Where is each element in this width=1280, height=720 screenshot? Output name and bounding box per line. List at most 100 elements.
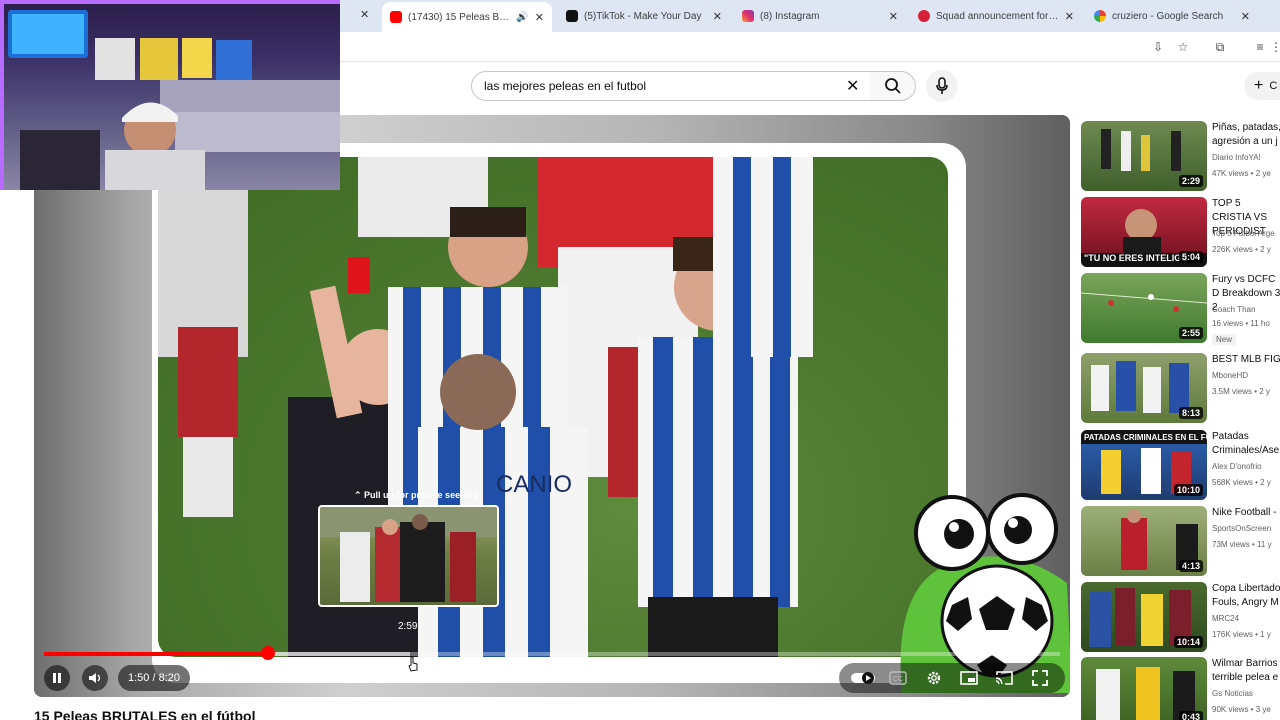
hand-cursor-icon (408, 656, 418, 672)
seek-preview-time: 2:59 (398, 621, 418, 632)
tab-title: Squad announcement for the m (936, 10, 1059, 22)
video-player[interactable]: CANIO ⌃ Pull up for precise seeking 2:59… (34, 115, 1070, 697)
video-thumbnail[interactable]: 8:13 (1081, 353, 1207, 423)
settings-button[interactable] (921, 665, 947, 691)
tab-tiktok[interactable]: (5)TikTok - Make Your Day ✕ (558, 4, 730, 28)
recommendation-title[interactable]: Wilmar Barrios terrible pelea e (1212, 657, 1280, 685)
time-display: 1:50 / 8:20 (118, 665, 190, 691)
tab-title: (5)TikTok - Make Your Day (584, 10, 702, 22)
recommendation-item[interactable]: "TU NO ERES INTELIGE 5:04 TOP 5 CRISTIA … (1081, 197, 1280, 267)
channel-name[interactable]: Diario InfoYA! (1212, 153, 1261, 162)
search-button[interactable] (870, 71, 916, 101)
google-favicon-icon (1094, 10, 1106, 22)
video-duration: 2:55 (1178, 327, 1203, 339)
video-stats: 176K views • 1 y (1212, 630, 1271, 639)
tab-instagram[interactable]: (8) Instagram ✕ (734, 4, 906, 28)
video-duration: 10:10 (1173, 484, 1203, 496)
tab-google[interactable]: cruziero - Google Search ✕ (1086, 4, 1258, 28)
channel-name[interactable]: SportsOnScreen (1212, 524, 1271, 533)
recommendation-title[interactable]: Nike Football - (1212, 506, 1280, 520)
volume-button[interactable] (82, 665, 108, 691)
fullscreen-button[interactable] (1027, 665, 1053, 691)
recommendation-title[interactable]: Piñas, patadas, agresión a un j (1212, 121, 1280, 149)
tab-title: (8) Instagram (760, 10, 820, 22)
speaker-icon[interactable]: 🔊 (516, 12, 528, 23)
video-thumbnail[interactable]: 2:55 (1081, 273, 1207, 343)
microphone-icon (936, 77, 948, 94)
tab-squad[interactable]: Squad announcement for the m ✕ (910, 4, 1082, 28)
seek-hint-text: ⌃ Pull up for precise seeking (354, 490, 479, 500)
menu-icon[interactable]: ⋮ (1268, 39, 1280, 55)
thumbnail-text: "TU NO ERES INTELIGE (1084, 253, 1188, 263)
screen: ✕ (17430) 15 Peleas BRUTALE 🔊 ✕ (5)TikTo… (0, 0, 1280, 720)
video-thumbnail[interactable]: "TU NO ERES INTELIGE 5:04 (1081, 197, 1207, 267)
video-stats: 73M views • 11 y (1212, 540, 1272, 549)
tab-youtube[interactable]: (17430) 15 Peleas BRUTALE 🔊 ✕ (382, 2, 552, 32)
video-stats: 568K views • 2 y (1212, 478, 1271, 487)
preview-scene (320, 507, 497, 602)
video-duration: 8:13 (1178, 407, 1203, 419)
close-tab-icon[interactable]: ✕ (713, 10, 722, 23)
youtube-favicon-icon (390, 11, 402, 23)
webcam-scene (0, 0, 340, 190)
captions-icon: CC (889, 671, 907, 685)
scrubber-handle[interactable] (260, 646, 275, 660)
extensions-icon[interactable]: ⧉ (1212, 39, 1228, 55)
voice-search-button[interactable] (926, 70, 958, 102)
captions-button[interactable]: CC (885, 665, 911, 691)
video-thumbnail[interactable]: 4:13 (1081, 506, 1207, 576)
svg-text:CC: CC (893, 676, 903, 683)
channel-name[interactable]: MRC24 (1212, 614, 1239, 623)
recommendation-item[interactable]: 0:43 Wilmar Barrios terrible pelea e Gs … (1081, 657, 1280, 720)
close-tab-icon[interactable]: ✕ (1241, 10, 1250, 23)
recommendation-title[interactable]: BEST MLB FIG (1212, 353, 1280, 367)
recommendation-item[interactable]: 2:29 Piñas, patadas, agresión a un j Dia… (1081, 121, 1280, 191)
video-duration: 2:29 (1178, 175, 1203, 187)
tiktok-favicon-icon (566, 10, 578, 22)
recommendation-item[interactable]: 10:14 Copa Libertado Fouls, Angry M MRC2… (1081, 582, 1280, 652)
video-title: 15 Peleas BRUTALES en el fútbol (34, 708, 256, 720)
video-thumbnail[interactable]: 10:14 (1081, 582, 1207, 652)
channel-name[interactable]: Gs Noticias (1212, 689, 1253, 698)
recommendation-title[interactable]: Copa Libertado Fouls, Angry M (1212, 582, 1280, 610)
close-tab-icon[interactable]: ✕ (535, 11, 544, 24)
gear-icon (927, 671, 941, 685)
bookmark-star-icon[interactable]: ☆ (1175, 39, 1191, 55)
clear-search-icon[interactable]: ✕ (846, 76, 859, 96)
recommendation-title[interactable]: Patadas Criminales/Ase (1212, 430, 1280, 458)
video-stats: 90K views • 3 ye (1212, 705, 1271, 714)
channel-name[interactable]: Top 5 Futbol Arge (1212, 229, 1275, 238)
close-tab-icon[interactable]: ✕ (360, 8, 369, 21)
close-tab-icon[interactable]: ✕ (1065, 10, 1074, 23)
recommendation-item[interactable]: 2:55 Fury vs DCFC D Breakdown 3 2 Coach … (1081, 273, 1280, 345)
cast-icon (995, 671, 1013, 685)
video-stats: 16 views • 11 ho (1212, 319, 1270, 328)
squad-favicon-icon (918, 10, 930, 22)
plus-icon: + (1254, 77, 1264, 94)
video-thumbnail[interactable]: PATADAS CRIMINALES EN EL FUTBOL 10:10 (1081, 430, 1207, 500)
channel-name[interactable]: Coach Than (1212, 305, 1255, 314)
video-thumbnail[interactable]: 2:29 (1081, 121, 1207, 191)
recommendation-item[interactable]: 8:13 BEST MLB FIG MboneHD 3.5M views • 2… (1081, 353, 1280, 423)
autoplay-toggle-icon (851, 672, 875, 684)
pause-button[interactable] (44, 665, 70, 691)
reading-list-icon[interactable]: ≡ (1252, 39, 1268, 55)
progress-played (44, 652, 268, 656)
search-input[interactable]: las mejores peleas en el futbol (471, 71, 871, 101)
new-badge: New (1212, 334, 1237, 345)
autoplay-toggle[interactable] (850, 665, 876, 691)
close-tab-icon[interactable]: ✕ (889, 10, 898, 23)
progress-bar[interactable] (44, 652, 1060, 656)
cast-button[interactable] (991, 665, 1017, 691)
recommendation-item[interactable]: PATADAS CRIMINALES EN EL FUTBOL 10:10 Pa… (1081, 430, 1280, 500)
install-app-icon[interactable]: ⇩ (1150, 39, 1166, 55)
miniplayer-button[interactable] (956, 665, 982, 691)
video-duration: 5:04 (1178, 251, 1203, 263)
video-thumbnail[interactable]: 0:43 (1081, 657, 1207, 720)
channel-name[interactable]: Alex D'onofrio (1212, 462, 1262, 471)
channel-name[interactable]: MboneHD (1212, 371, 1248, 380)
recommendation-item[interactable]: 4:13 Nike Football - SportsOnScreen 73M … (1081, 506, 1280, 576)
create-button[interactable]: + C (1244, 72, 1280, 100)
search-icon (884, 78, 901, 94)
webcam-overlay (0, 0, 340, 190)
